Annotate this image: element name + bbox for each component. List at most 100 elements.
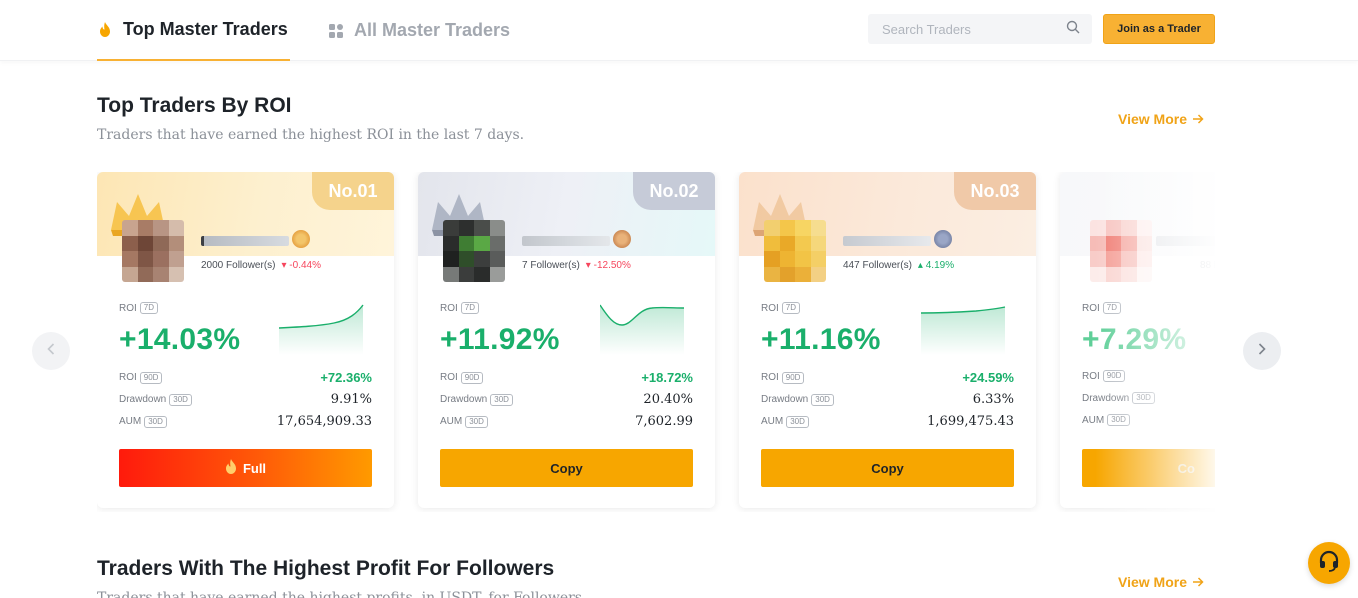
period-pill: 30D <box>786 415 809 428</box>
copy-button[interactable]: Copy <box>761 449 1014 487</box>
carousel-next-button[interactable] <box>1243 332 1281 370</box>
follower-change: ▾ -0.44% <box>281 260 321 271</box>
drawdown-row: Drawdown 30D 20.40% <box>440 392 693 407</box>
aum-label: AUM 30D <box>761 415 809 428</box>
customer-support-button[interactable] <box>1308 542 1350 584</box>
section-title: Traders With The Highest Profit For Foll… <box>97 557 555 580</box>
change-value: -0.44% <box>289 260 321 271</box>
follower-count: 447 Follower(s) <box>843 260 912 271</box>
label-text: Drawdown <box>761 394 809 405</box>
period-pill: 7D <box>1102 302 1122 314</box>
trader-card[interactable]: No.01 2000 Follower(s) ▾ -0.44% ROI 7D +1… <box>97 172 394 508</box>
roi-90d-label: ROI 90D <box>761 371 805 384</box>
rank-badge: No.03 <box>954 172 1036 210</box>
search-icon[interactable] <box>1066 20 1080 39</box>
trader-name-redacted <box>522 236 610 246</box>
tab-top-master-traders[interactable]: Top Master Traders <box>97 0 290 61</box>
period-pill: 90D <box>781 371 805 384</box>
arrow-right-icon <box>1193 574 1204 590</box>
level-badge-icon <box>292 230 310 248</box>
trader-name-redacted <box>1156 236 1215 246</box>
tab-label: All Master Traders <box>354 20 511 40</box>
aum-row: AUM 30D <box>1082 414 1215 426</box>
rank-badge: No.02 <box>633 172 715 210</box>
roi-7d-label: ROI 7D <box>1082 302 1122 314</box>
roi-7d-label: ROI 7D <box>440 302 480 314</box>
period-pill: 7D <box>139 302 159 314</box>
follower-info: 88 Follo <box>1200 260 1215 271</box>
view-more-link[interactable]: View More <box>1118 574 1204 590</box>
roi-90d-row: ROI 90D <box>1082 370 1215 382</box>
roi-sparkline <box>921 306 1006 355</box>
drawdown-value: 9.91% <box>330 392 372 407</box>
level-badge-icon <box>613 230 631 248</box>
copy-button[interactable]: Co <box>1082 449 1215 487</box>
label-text: ROI <box>1082 302 1100 314</box>
roi-90d-label: ROI 90D <box>1082 370 1126 382</box>
aum-value: 17,654,909.33 <box>276 414 372 429</box>
chevron-right-icon <box>1258 342 1266 360</box>
roi-sparkline <box>600 304 685 355</box>
section-subtitle: Traders that have earned the highest ROI… <box>97 127 525 143</box>
view-more-label: View More <box>1118 574 1187 590</box>
chevron-left-icon <box>47 342 55 360</box>
follower-info: 2000 Follower(s) ▾ -0.44% <box>201 260 321 271</box>
drawdown-value: 6.33% <box>972 392 1014 407</box>
arrow-right-icon <box>1193 111 1204 127</box>
roi-7d-label: ROI 7D <box>761 302 801 314</box>
label-text: AUM <box>119 416 142 427</box>
label-text: Drawdown <box>440 394 488 405</box>
drawdown-label: Drawdown 30D <box>1082 392 1155 404</box>
trader-card[interactable]: No.02 7 Follower(s) ▾ -12.50% ROI 7D +11.… <box>418 172 715 508</box>
period-pill: 30D <box>1107 414 1130 426</box>
search-input[interactable] <box>882 21 1066 37</box>
rank-badge: No.01 <box>312 172 394 210</box>
period-pill: 30D <box>169 393 192 406</box>
roi-90d-row: ROI 90D +24.59% <box>761 370 1014 385</box>
roi-90d-value: +72.36% <box>320 370 372 385</box>
carousel-prev-button[interactable] <box>32 332 70 370</box>
roi-90d-row: ROI 90D +72.36% <box>119 370 372 385</box>
aum-label: AUM 30D <box>119 415 167 428</box>
label-text: ROI <box>440 372 458 383</box>
period-pill: 90D <box>460 371 484 384</box>
label-text: ROI <box>119 302 137 314</box>
period-pill: 90D <box>139 371 163 384</box>
follower-change: ▴ 4.19% <box>917 260 955 271</box>
aum-value: 1,699,475.43 <box>927 414 1014 429</box>
follower-info: 447 Follower(s) ▴ 4.19% <box>843 260 954 271</box>
trader-card[interactable]: 88 Follo ROI7D +7.29% ROI90D Drawdown30D… <box>1060 172 1215 508</box>
full-button[interactable]: Full <box>119 449 372 487</box>
tab-label: Top Master Traders <box>123 19 288 39</box>
copy-button[interactable]: Copy <box>440 449 693 487</box>
view-more-link[interactable]: View More <box>1118 111 1204 127</box>
search-box <box>868 14 1092 44</box>
period-pill: 30D <box>490 393 513 406</box>
section-title: Top Traders By ROI <box>97 94 292 117</box>
join-as-trader-button[interactable]: Join as a Trader <box>1103 14 1215 44</box>
label-text: Drawdown <box>119 394 167 405</box>
trader-card[interactable]: No.03 447 Follower(s) ▴ 4.19% ROI 7D +11.… <box>739 172 1036 508</box>
drawdown-label: Drawdown 30D <box>761 393 834 406</box>
change-value: 4.19% <box>925 260 955 271</box>
drawdown-row: Drawdown 30D 6.33% <box>761 392 1014 407</box>
roi-7d-value: +7.29% <box>1082 323 1187 356</box>
label-text: Drawdown <box>1082 392 1130 404</box>
section-subtitle: Traders that have earned the highest pro… <box>97 590 582 598</box>
flame-icon <box>97 22 113 38</box>
tab-all-master-traders[interactable]: All Master Traders <box>328 0 510 61</box>
roi-sparkline <box>279 304 364 355</box>
roi-7d-value: +14.03% <box>119 323 241 356</box>
avatar <box>764 220 826 282</box>
avatar <box>443 220 505 282</box>
follower-info: 7 Follower(s) ▾ -12.50% <box>522 260 631 271</box>
label-text: ROI <box>761 302 779 314</box>
button-label: Co <box>1177 460 1195 476</box>
avatar <box>1090 220 1152 282</box>
roi-7d-label: ROI 7D <box>119 302 159 314</box>
label-text: ROI <box>761 372 779 383</box>
roi-90d-value: +24.59% <box>962 370 1014 385</box>
aum-value: 7,602.99 <box>635 414 693 429</box>
aum-row: AUM 30D 17,654,909.33 <box>119 414 372 429</box>
button-label: Full <box>242 460 267 476</box>
